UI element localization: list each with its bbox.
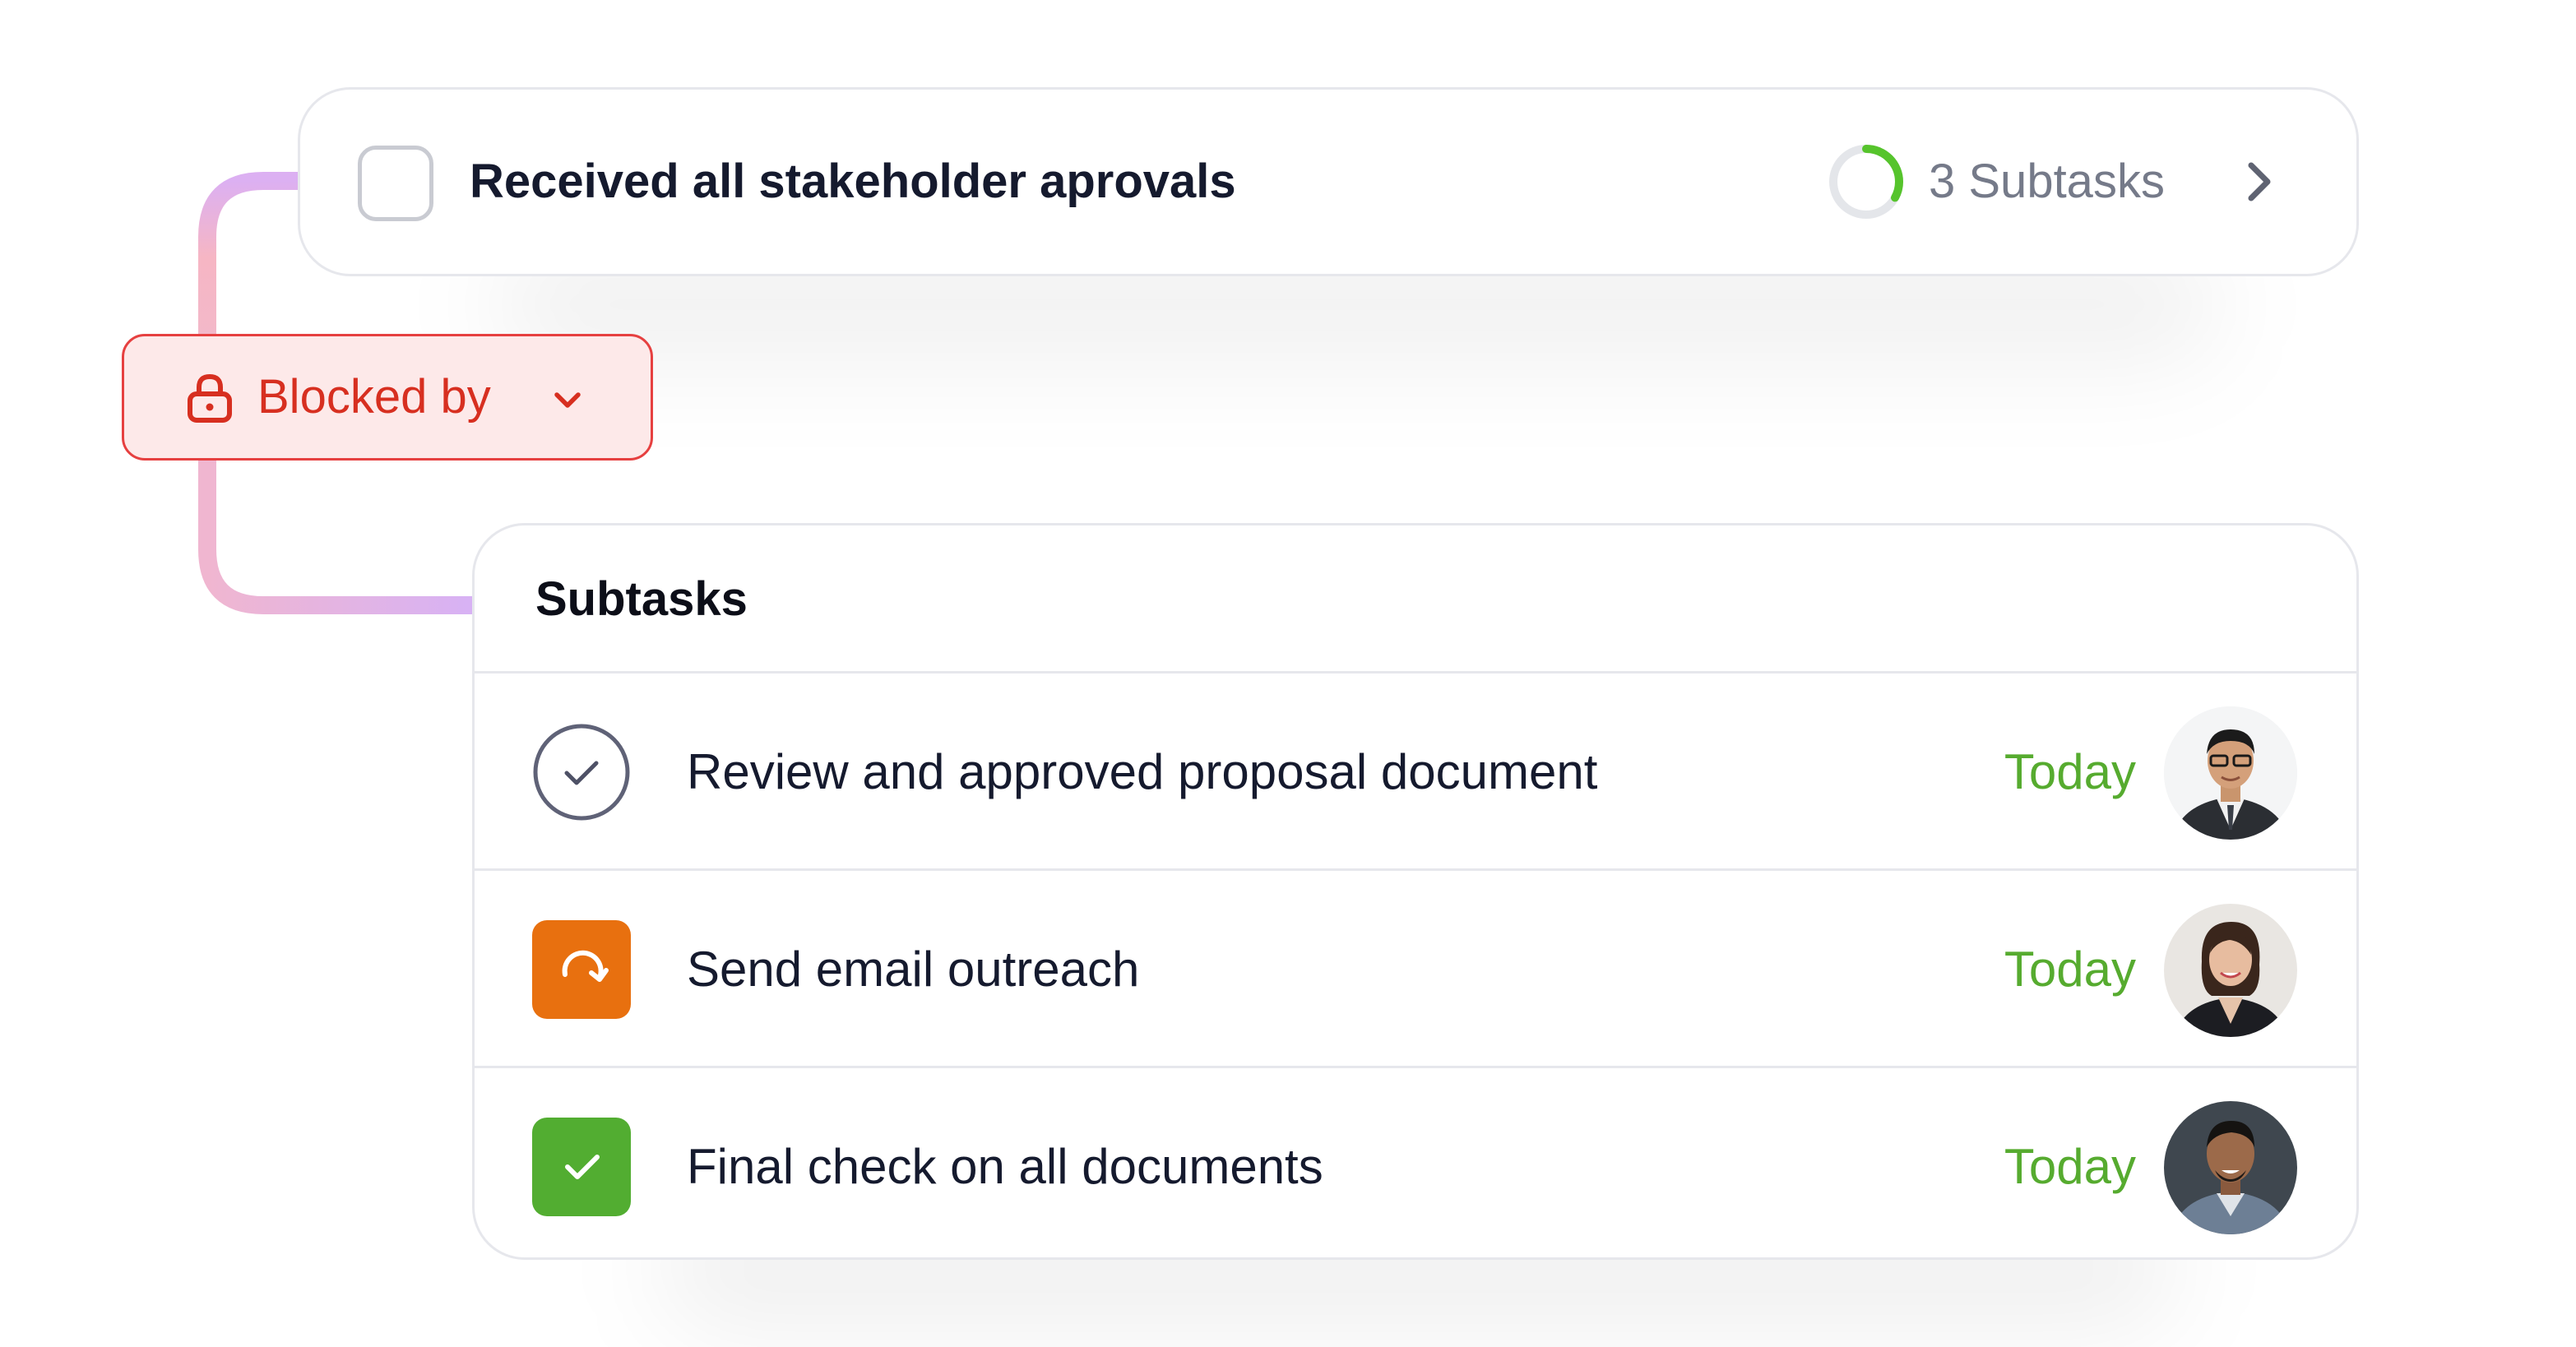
- blocked-by-label: Blocked by: [257, 370, 491, 424]
- task-title: Received all stakeholder aprovals: [470, 155, 1236, 208]
- chevron-down-icon: [554, 392, 581, 408]
- subtask-due: Today: [2004, 942, 2136, 997]
- lock-icon: [188, 373, 232, 423]
- avatar: [2164, 904, 2297, 1037]
- subtasks-title: Subtasks: [535, 572, 748, 626]
- subtask-row[interactable]: Review and approved proposal document To…: [475, 674, 2356, 871]
- subtask-due: Today: [2004, 1139, 2136, 1194]
- subtask-label: Final check on all documents: [687, 1139, 1323, 1194]
- subtask-row[interactable]: Final check on all documents Today: [475, 1068, 2356, 1257]
- progress-ring-icon: [1829, 145, 1903, 219]
- subtasks-header: Subtasks: [475, 525, 2356, 674]
- stage: Received all stakeholder aprovals 3 Subt…: [0, 0, 2576, 1347]
- avatar: [2164, 1101, 2297, 1234]
- in-progress-icon[interactable]: [532, 920, 631, 1019]
- subtask-label: Review and approved proposal document: [687, 744, 1598, 799]
- subtasks-panel: Subtasks Review and approved proposal do…: [472, 523, 2359, 1260]
- chevron-right-icon[interactable]: [2233, 157, 2282, 206]
- avatar: [2164, 706, 2297, 840]
- task-checkbox[interactable]: [358, 146, 433, 221]
- check-circle-icon[interactable]: [532, 723, 631, 822]
- subtask-label: Send email outreach: [687, 942, 1140, 997]
- subtask-count: 3 Subtasks: [1929, 155, 2165, 208]
- done-check-icon[interactable]: [532, 1118, 631, 1216]
- subtask-row[interactable]: Send email outreach Today: [475, 871, 2356, 1068]
- subtask-due: Today: [2004, 744, 2136, 799]
- blocked-by-dropdown[interactable]: Blocked by: [122, 334, 653, 461]
- task-card[interactable]: Received all stakeholder aprovals 3 Subt…: [298, 87, 2359, 276]
